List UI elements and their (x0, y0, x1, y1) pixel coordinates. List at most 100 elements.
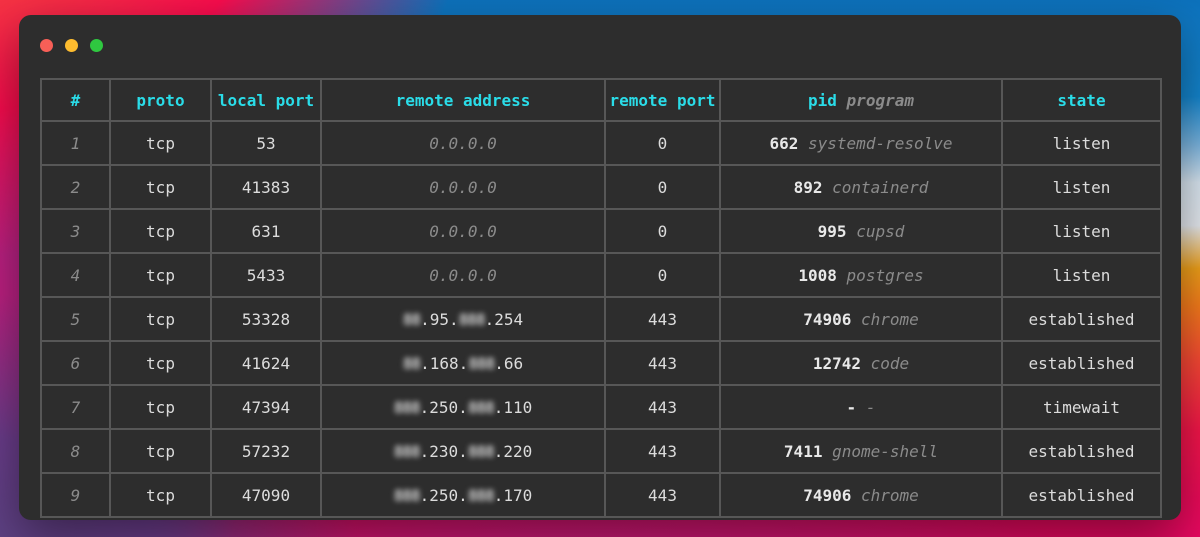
pid-value: - (846, 397, 857, 417)
cell-remote-port: 0 (604, 120, 721, 166)
cell-local-port: 57232 (210, 428, 322, 474)
col-header-index: # (40, 78, 111, 122)
address-segment: .220 (493, 441, 533, 461)
redacted-octet: 888 (393, 397, 421, 417)
cell-proto: tcp (109, 252, 212, 298)
pid-value: 74906 (803, 309, 852, 329)
redacted-octet: 88 (402, 309, 421, 329)
program-name: - (865, 397, 876, 417)
cell-local-port: 47090 (210, 472, 322, 518)
cell-remote-port: 443 (604, 428, 721, 474)
cell-state: listen (1001, 252, 1162, 298)
cell-pid-program: 74906 chrome (719, 472, 1003, 518)
cell-remote-port: 443 (604, 384, 721, 430)
redacted-octet: 888 (468, 353, 495, 373)
cell-remote-port: 0 (604, 252, 721, 298)
program-name: cupsd (856, 221, 905, 241)
cell-remote-port: 0 (604, 208, 721, 254)
redacted-octet: 888 (467, 397, 495, 417)
cell-local-port: 53328 (210, 296, 322, 342)
pid-value: 74906 (803, 485, 852, 505)
cell-proto: tcp (109, 428, 212, 474)
cell-index: 5 (40, 296, 111, 342)
cell-proto: tcp (109, 120, 212, 166)
cell-index: 9 (40, 472, 111, 518)
cell-remote-address: 0.0.0.0 (320, 120, 606, 166)
cell-remote-address: 0.0.0.0 (320, 164, 606, 210)
cell-index: 6 (40, 340, 111, 386)
cell-state: listen (1001, 208, 1162, 254)
cell-proto: tcp (109, 340, 212, 386)
cell-remote-port: 0 (604, 164, 721, 210)
address-segment: .230. (419, 441, 468, 461)
pid-value: 892 (793, 177, 823, 197)
cell-remote-address: 0.0.0.0 (320, 208, 606, 254)
program-name: postgres (846, 265, 924, 285)
table-row: 6 tcp 41624 88.168.888.66 443 12742 code estab… (40, 340, 1162, 386)
cell-state: listen (1001, 164, 1162, 210)
address-segment: .254 (484, 309, 524, 329)
cell-index: 1 (40, 120, 111, 166)
cell-proto: tcp (109, 164, 212, 210)
cell-index: 8 (40, 428, 111, 474)
cell-state: established (1001, 296, 1162, 342)
cell-index: 7 (40, 384, 111, 430)
cell-state: established (1001, 428, 1162, 474)
col-header-state: state (1001, 78, 1162, 122)
address-segment: 0.0.0.0 (429, 265, 497, 285)
redacted-octet: 888 (393, 441, 421, 461)
minimize-button[interactable] (65, 39, 78, 52)
window-controls (40, 39, 103, 52)
redacted-octet: 88 (402, 353, 421, 373)
cell-pid-program: 662 systemd-resolve (719, 120, 1003, 166)
table-row: 8 tcp 57232 888.230.888.220 443 7411 gnome-sh… (40, 428, 1162, 474)
table-row: 5 tcp 53328 88.95.888.254 443 74906 chrome est… (40, 296, 1162, 342)
cell-remote-address: 888.230.888.220 (320, 428, 606, 474)
cell-local-port: 5433 (210, 252, 322, 298)
redacted-octet: 888 (467, 485, 495, 505)
maximize-button[interactable] (90, 39, 103, 52)
cell-proto: tcp (109, 208, 212, 254)
table-row: 1 tcp 53 0.0.0.0 0 662 systemd-resolve listen (40, 120, 1162, 166)
cell-proto: tcp (109, 472, 212, 518)
program-name: containerd (832, 177, 929, 197)
cell-pid-program: 995 cupsd (719, 208, 1003, 254)
pid-value: 7411 (783, 441, 823, 461)
address-segment: 0.0.0.0 (429, 221, 497, 241)
cell-pid-program: 12742 code (719, 340, 1003, 386)
col-header-local-port: local port (210, 78, 322, 122)
cell-pid-program: 74906 chrome (719, 296, 1003, 342)
pid-value: 12742 (812, 353, 861, 373)
pid-value: 1008 (798, 265, 837, 285)
cell-local-port: 631 (210, 208, 322, 254)
cell-remote-address: 0.0.0.0 (320, 252, 606, 298)
redacted-octet: 888 (393, 485, 421, 505)
cell-local-port: 47394 (210, 384, 322, 430)
table-row: 2 tcp 41383 0.0.0.0 0 892 containerd listen (40, 164, 1162, 210)
redacted-octet: 888 (467, 441, 495, 461)
cell-remote-port: 443 (604, 340, 721, 386)
cell-index: 2 (40, 164, 111, 210)
cell-state: listen (1001, 120, 1162, 166)
cell-state: established (1001, 340, 1162, 386)
address-segment: .95. (420, 309, 459, 329)
table-header-row: # proto local port remote address remote… (40, 78, 1162, 122)
col-header-program: program (846, 90, 914, 110)
cell-state: established (1001, 472, 1162, 518)
table-row: 7 tcp 47394 888.250.888.110 443- - timewait (40, 384, 1162, 430)
program-name: gnome-shell (832, 441, 939, 461)
address-segment: 0.0.0.0 (429, 177, 497, 197)
address-segment: .250. (419, 397, 468, 417)
cell-proto: tcp (109, 296, 212, 342)
cell-state: timewait (1001, 384, 1162, 430)
pid-value: 662 (769, 133, 799, 153)
cell-index: 4 (40, 252, 111, 298)
cell-remote-port: 443 (604, 296, 721, 342)
cell-local-port: 53 (210, 120, 322, 166)
col-header-pid: pid (808, 90, 837, 110)
program-name: code (870, 353, 910, 373)
address-segment: .168. (420, 353, 469, 373)
close-button[interactable] (40, 39, 53, 52)
terminal-window: # proto local port remote address remote… (19, 15, 1181, 520)
address-segment: 0.0.0.0 (429, 133, 497, 153)
